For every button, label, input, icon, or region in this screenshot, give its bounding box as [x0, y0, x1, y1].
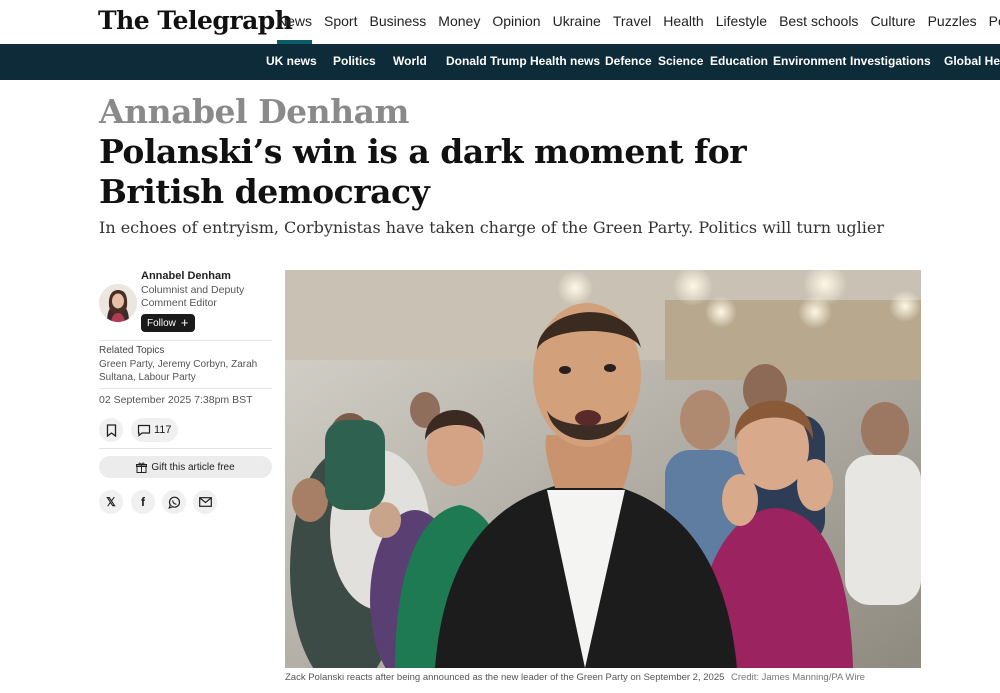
divider	[99, 448, 272, 449]
image-caption: Zack Polanski reacts after being announc…	[285, 672, 925, 683]
author-role: Columnist and Deputy Comment Editor	[141, 284, 245, 309]
divider	[99, 388, 272, 389]
comment-count: 117	[154, 424, 172, 436]
plus-icon: +	[180, 315, 189, 330]
nav-item-lifestyle[interactable]: Lifestyle	[716, 0, 767, 44]
sub-nav: UK news Politics World Donald Trump Heal…	[0, 44, 1000, 80]
nav-item-culture[interactable]: Culture	[870, 0, 915, 44]
x-icon: 𝕏	[106, 495, 116, 509]
bookmark-button[interactable]	[99, 418, 123, 442]
topic-link-jeremy-corbyn[interactable]: Jeremy Corbyn	[158, 359, 226, 370]
author-avatar[interactable]	[99, 284, 137, 322]
top-bar: The Telegraph News Sport Business Money …	[0, 0, 1000, 44]
author-kicker[interactable]: Annabel Denham	[99, 92, 409, 131]
subnav-item-donald-trump[interactable]: Donald Trump	[446, 54, 527, 68]
follow-button[interactable]: Follow +	[141, 314, 195, 332]
nav-item-business[interactable]: Business	[369, 0, 426, 44]
subnav-item-politics[interactable]: Politics	[333, 54, 376, 68]
nav-item-ukraine[interactable]: Ukraine	[553, 0, 601, 44]
follow-label: Follow	[147, 317, 176, 329]
subnav-item-uk-news[interactable]: UK news	[266, 54, 317, 68]
nav-item-podcasts[interactable]: Podcasts	[989, 0, 1000, 44]
email-icon	[198, 497, 212, 507]
image-credit: Credit: James Manning/PA Wire	[731, 672, 865, 683]
comments-button[interactable]: 117	[131, 418, 178, 442]
bookmark-icon	[106, 423, 116, 437]
hero-image[interactable]	[285, 270, 921, 668]
nav-item-money[interactable]: Money	[438, 0, 480, 44]
subnav-item-science[interactable]: Science	[658, 54, 703, 68]
gift-icon	[136, 462, 148, 473]
subnav-item-defence[interactable]: Defence	[605, 54, 652, 68]
related-topics-list: Green Party, Jeremy Corbyn, Zarah Sultan…	[99, 359, 258, 383]
subnav-item-world[interactable]: World	[393, 54, 427, 68]
share-facebook-button[interactable]: f	[131, 490, 155, 514]
nav-item-health[interactable]: Health	[663, 0, 703, 44]
telegraph-logo[interactable]: The Telegraph	[98, 6, 293, 35]
share-whatsapp-button[interactable]	[162, 490, 186, 514]
gift-article-button[interactable]: Gift this article free	[99, 456, 272, 478]
nav-item-sport[interactable]: Sport	[324, 0, 357, 44]
subnav-item-education[interactable]: Education	[710, 54, 768, 68]
nav-item-best-schools[interactable]: Best schools	[779, 0, 858, 44]
publish-date: 02 September 2025 7:38pm BST	[99, 394, 253, 406]
comment-icon	[137, 424, 151, 437]
whatsapp-icon	[167, 496, 180, 509]
divider	[99, 340, 272, 341]
author-name[interactable]: Annabel Denham	[141, 270, 231, 282]
share-email-button[interactable]	[193, 490, 217, 514]
nav-item-puzzles[interactable]: Puzzles	[928, 0, 977, 44]
topic-link-labour-party[interactable]: Labour Party	[138, 372, 195, 383]
subnav-item-investigations[interactable]: Investigations	[850, 54, 931, 68]
nav-item-travel[interactable]: Travel	[613, 0, 651, 44]
share-x-button[interactable]: 𝕏	[99, 490, 123, 514]
main-nav: News Sport Business Money Opinion Ukrain…	[277, 0, 1000, 44]
related-topics-title: Related Topics	[99, 345, 165, 356]
subnav-item-health-news[interactable]: Health news	[530, 54, 600, 68]
article-standfirst: In echoes of entryism, Corbynistas have …	[99, 218, 884, 237]
facebook-icon: f	[141, 495, 145, 509]
nav-item-news[interactable]: News	[277, 0, 313, 44]
subnav-item-environment[interactable]: Environment	[773, 54, 846, 68]
caption-text: Zack Polanski reacts after being announc…	[285, 672, 725, 683]
article-headline: Polanski’s win is a dark moment for Brit…	[99, 132, 747, 211]
topic-link-green-party[interactable]: Green Party	[99, 359, 152, 370]
subnav-item-global-health-security[interactable]: Global Health Security	[944, 54, 1000, 68]
gift-label: Gift this article free	[151, 461, 235, 473]
nav-item-opinion[interactable]: Opinion	[492, 0, 540, 44]
